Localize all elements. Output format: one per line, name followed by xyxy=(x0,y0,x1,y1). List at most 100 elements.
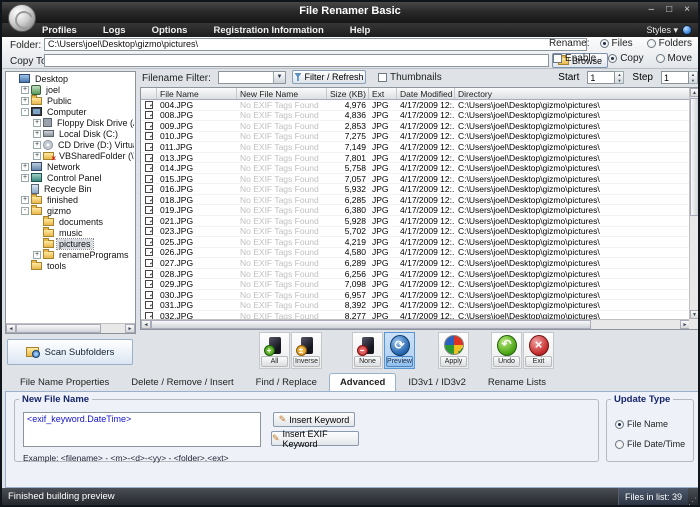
scroll-down-arrow-icon[interactable]: ▼ xyxy=(690,310,699,319)
tree-item-label[interactable]: music xyxy=(57,228,85,238)
action-button[interactable]: Apply xyxy=(438,332,469,369)
row-checkbox[interactable]: ✓ xyxy=(145,132,153,140)
tree-item[interactable]: + VBSharedFolder (\\vboxsvr) (2 xyxy=(7,150,134,161)
table-row[interactable]: ✓ 009.JPG No EXIF Tags Found 2,853 JPG 4… xyxy=(141,121,689,132)
tree-item[interactable]: + renamePrograms xyxy=(7,249,134,260)
row-checkbox[interactable]: ✓ xyxy=(145,291,153,299)
menu-item[interactable]: Help xyxy=(350,25,371,36)
table-row[interactable]: ✓ 032.JPG No EXIF Tags Found 8,277 JPG 4… xyxy=(141,311,689,319)
action-button[interactable]: All xyxy=(259,332,290,369)
copyto-input[interactable] xyxy=(44,54,549,67)
tree-item[interactable]: + finished xyxy=(7,194,134,205)
action-button[interactable]: Exit xyxy=(523,332,554,369)
row-checkbox[interactable]: ✓ xyxy=(145,280,153,288)
tree-expander[interactable]: - xyxy=(21,207,29,215)
tree-item-label[interactable]: Recycle Bin xyxy=(42,184,94,194)
tree-expander[interactable]: - xyxy=(21,108,29,116)
tree-item[interactable]: + Control Panel xyxy=(7,172,134,183)
column-header-newfilename[interactable]: New File Name xyxy=(237,88,327,99)
tab[interactable]: File Name Properties xyxy=(10,374,119,391)
mode-option[interactable]: Move xyxy=(656,53,692,64)
table-row[interactable]: ✓ 004.JPG No EXIF Tags Found 4,976 JPG 4… xyxy=(141,100,689,111)
tree-item[interactable]: + CD Drive (D:) VirtualBox Guest xyxy=(7,139,134,150)
tree-item-label[interactable]: Public xyxy=(45,96,74,106)
action-button[interactable]: Preview xyxy=(384,332,415,369)
table-row[interactable]: ✓ 025.JPG No EXIF Tags Found 4,219 JPG 4… xyxy=(141,237,689,248)
tree-item-label[interactable]: joel xyxy=(44,85,62,95)
spinner-arrows-icon[interactable]: ▲▼ xyxy=(615,71,624,84)
column-header-check[interactable] xyxy=(141,88,157,99)
tree-item[interactable]: documents xyxy=(7,216,134,227)
tree-expander[interactable]: + xyxy=(33,152,41,160)
column-header-ext[interactable]: Ext xyxy=(369,88,397,99)
tree-item[interactable]: tools xyxy=(7,260,134,271)
menu-item[interactable]: Logs xyxy=(103,25,126,36)
tab[interactable]: Find / Replace xyxy=(246,374,327,391)
scroll-thumb[interactable] xyxy=(151,320,591,329)
row-checkbox[interactable]: ✓ xyxy=(145,312,153,319)
row-checkbox[interactable]: ✓ xyxy=(145,196,153,204)
tree-item-label[interactable]: Computer xyxy=(45,107,89,117)
tree-expander[interactable]: + xyxy=(21,196,29,204)
radio-icon[interactable] xyxy=(647,39,656,48)
tree-item[interactable]: + Public xyxy=(7,95,134,106)
new-file-name-input[interactable]: <exif_keyword.DateTime> xyxy=(23,412,261,447)
radio-icon[interactable] xyxy=(615,420,624,429)
scroll-thumb[interactable] xyxy=(690,98,699,216)
table-row[interactable]: ✓ 027.JPG No EXIF Tags Found 6,289 JPG 4… xyxy=(141,258,689,269)
tree-item[interactable]: music xyxy=(7,227,134,238)
scroll-up-arrow-icon[interactable]: ▲ xyxy=(690,88,699,97)
row-checkbox[interactable]: ✓ xyxy=(145,217,153,225)
step-input[interactable]: 1 xyxy=(661,71,689,84)
tree-item-label[interactable]: pictures xyxy=(57,239,93,249)
tree-expander[interactable]: + xyxy=(21,86,29,94)
tree-item-label[interactable]: Desktop xyxy=(33,74,70,84)
table-row[interactable]: ✓ 021.JPG No EXIF Tags Found 5,928 JPG 4… xyxy=(141,216,689,227)
tree-item-label[interactable]: Control Panel xyxy=(45,173,104,183)
table-row[interactable]: ✓ 028.JPG No EXIF Tags Found 6,256 JPG 4… xyxy=(141,269,689,280)
folder-input[interactable]: C:\Users\joel\Desktop\gizmo\pictures\ xyxy=(44,38,587,51)
radio-icon[interactable] xyxy=(608,54,617,63)
menu-item[interactable]: Registration Information xyxy=(213,25,323,36)
spinner-arrows-icon[interactable]: ▲▼ xyxy=(689,71,698,84)
row-checkbox[interactable]: ✓ xyxy=(145,206,153,214)
column-header-filename[interactable]: File Name xyxy=(157,88,237,99)
table-row[interactable]: ✓ 014.JPG No EXIF Tags Found 5,758 JPG 4… xyxy=(141,163,689,174)
table-horizontal-scrollbar[interactable]: ◄ ► xyxy=(141,319,690,329)
tab[interactable]: ID3v1 / ID3v2 xyxy=(398,374,476,391)
enable-option[interactable]: Enable xyxy=(553,53,596,64)
tree-item[interactable]: - gizmo xyxy=(7,205,134,216)
tree-item-label[interactable]: gizmo xyxy=(45,206,73,216)
radio-icon[interactable] xyxy=(656,54,665,63)
tree-expander[interactable]: + xyxy=(21,97,29,105)
row-checkbox[interactable]: ✓ xyxy=(145,259,153,267)
styles-menu[interactable]: Styles ▾ xyxy=(646,25,678,36)
row-checkbox[interactable]: ✓ xyxy=(145,301,153,309)
row-checkbox[interactable]: ✓ xyxy=(145,185,153,193)
tab[interactable]: Rename Lists xyxy=(478,374,556,391)
row-checkbox[interactable]: ✓ xyxy=(145,154,153,162)
row-checkbox[interactable]: ✓ xyxy=(145,122,153,130)
row-checkbox[interactable]: ✓ xyxy=(145,164,153,172)
table-row[interactable]: ✓ 018.JPG No EXIF Tags Found 6,285 JPG 4… xyxy=(141,195,689,206)
row-checkbox[interactable]: ✓ xyxy=(145,238,153,246)
chevron-down-icon[interactable]: ▼ xyxy=(273,72,285,83)
table-row[interactable]: ✓ 026.JPG No EXIF Tags Found 4,580 JPG 4… xyxy=(141,248,689,259)
tree-expander[interactable]: + xyxy=(33,141,41,149)
row-checkbox[interactable]: ✓ xyxy=(145,270,153,278)
menu-item[interactable]: Options xyxy=(152,25,188,36)
help-globe-icon[interactable] xyxy=(682,25,692,35)
tree-item[interactable]: pictures xyxy=(7,238,134,249)
table-row[interactable]: ✓ 023.JPG No EXIF Tags Found 5,702 JPG 4… xyxy=(141,227,689,238)
mode-option[interactable]: Copy xyxy=(608,53,643,64)
thumbnails-option[interactable]: Thumbnails xyxy=(378,72,442,83)
table-row[interactable]: ✓ 031.JPG No EXIF Tags Found 8,392 JPG 4… xyxy=(141,300,689,311)
insert-keyword-button[interactable]: ✎ Insert Keyword xyxy=(273,412,355,427)
tree-item[interactable]: Desktop xyxy=(7,73,134,84)
tree-expander[interactable]: + xyxy=(33,119,41,127)
row-checkbox[interactable]: ✓ xyxy=(145,143,153,151)
table-row[interactable]: ✓ 029.JPG No EXIF Tags Found 7,098 JPG 4… xyxy=(141,279,689,290)
action-button[interactable]: None xyxy=(352,332,383,369)
radio-icon[interactable] xyxy=(615,440,624,449)
tree-expander[interactable]: + xyxy=(21,174,29,182)
